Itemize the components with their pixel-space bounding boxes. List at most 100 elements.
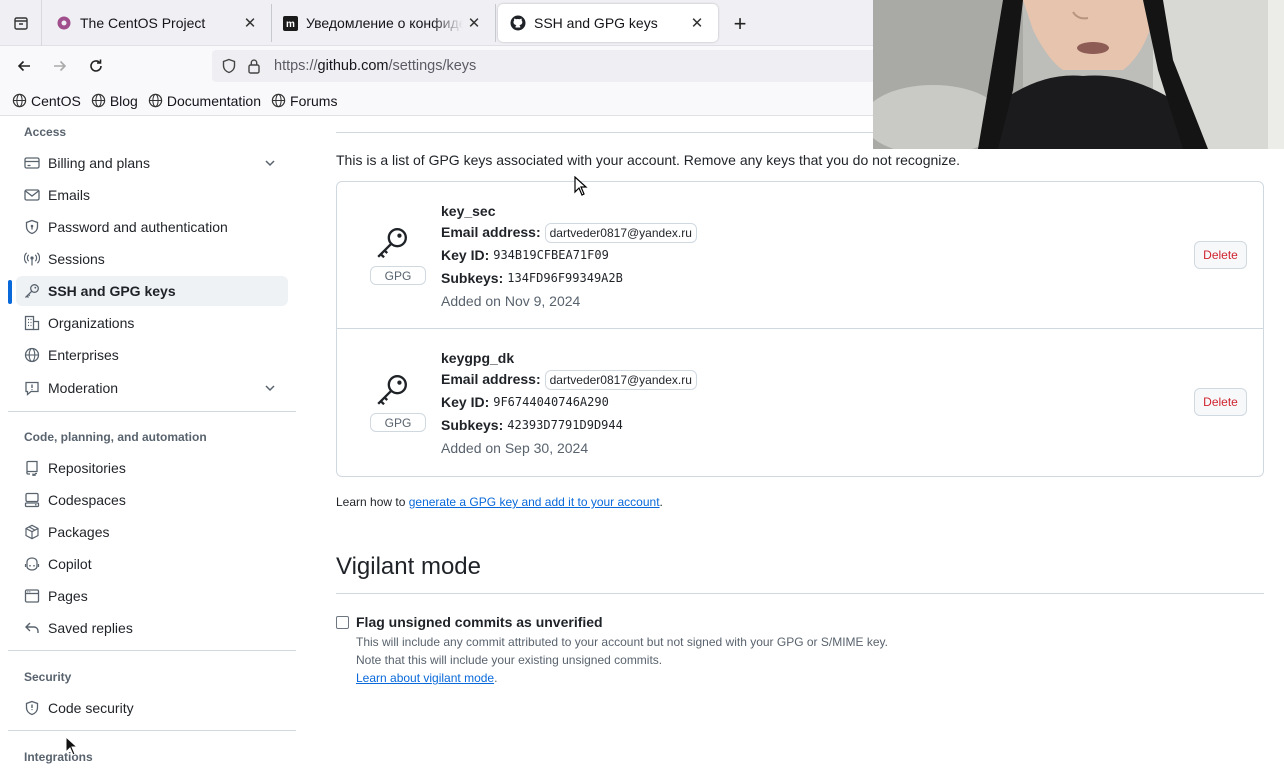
tab-title: Уведомление о конфиденциальности [306,15,463,31]
security-heading: Security [24,670,72,684]
reply-icon [24,620,40,636]
settings-sidebar: Access Billing and plans Emails Password… [0,117,300,773]
sidebar-item-packages[interactable]: Packages [16,517,288,547]
github-favicon-icon [510,15,526,31]
key-icon [375,373,409,407]
sidebar-item-password[interactable]: Password and authentication [16,212,288,242]
reload-button[interactable] [82,52,110,80]
gpg-key-row: GPG key_sec Email address: dartveder0817… [337,182,1263,329]
repo-icon [24,460,40,476]
vigilant-link-line: Learn about vigilant mode. [356,671,498,685]
sidebar-item-saved-replies[interactable]: Saved replies [16,613,288,643]
chevron-down-icon[interactable] [262,155,278,171]
gpg-keys-section: This is a list of GPG keys associated wi… [336,117,1264,773]
arrow-left-icon [17,60,30,72]
section-divider [336,593,1264,594]
sidebar-item-organizations[interactable]: Organizations [16,308,288,338]
sidebar-item-pages[interactable]: Pages [16,581,288,611]
url-text: https://github.com/settings/keys [274,58,477,74]
mouse-cursor-icon [574,176,588,196]
tab-title: SSH and GPG keys [534,15,658,31]
webcam-feed-image [873,0,1284,149]
arrow-right-icon [54,60,67,72]
subkeys-line: Subkeys: 42393D7791D9D944 [441,414,697,437]
broadcast-icon [24,251,40,267]
vigilant-mode-option: Flag unsigned commits as unverified [336,614,603,630]
access-heading: Access [24,125,67,139]
tab-ssh-gpg-keys[interactable]: SSH and GPG keys ✕ [498,4,718,42]
reload-icon [90,59,102,72]
tab-centos[interactable]: The CentOS Project ✕ [44,4,272,42]
sidebar-item-emails[interactable]: Emails [16,180,288,210]
sidebar-item-copilot[interactable]: Copilot [16,549,288,579]
tracking-protection-icon[interactable] [221,58,237,74]
sidebar-item-code-security[interactable]: Code security [16,693,288,723]
delete-key-button[interactable]: Delete [1194,388,1247,416]
close-tab-icon[interactable]: ✕ [239,12,261,34]
sidebar-item-ssh-gpg-keys[interactable]: SSH and GPG keys [16,276,288,306]
close-tab-icon[interactable]: ✕ [463,12,485,34]
vigilant-note: Note that this will include your existin… [356,653,663,667]
sidebar-item-repositories[interactable]: Repositories [16,453,288,483]
bookmark-documentation[interactable]: Documentation [148,93,261,109]
bookmark-centos[interactable]: CentOS [12,93,81,109]
subkeys-line: Subkeys: 134FD96F99349A2B [441,267,697,290]
report-icon [24,380,40,396]
credit-card-icon [24,155,40,171]
email-pill: dartveder0817@yandex.ru [544,222,697,243]
bookmark-forums[interactable]: Forums [271,93,337,109]
svg-text:m: m [286,19,295,30]
codespaces-icon [24,492,40,508]
globe-icon [91,93,106,108]
tab-list-button[interactable] [0,0,42,46]
gpg-badge: GPG [370,413,426,432]
key-details: key_sec Email address: dartveder0817@yan… [441,201,697,312]
gpg-badge: GPG [370,266,426,285]
chevron-down-icon[interactable] [262,380,278,396]
bookmark-blog[interactable]: Blog [91,93,138,109]
back-button[interactable] [10,52,38,80]
copilot-icon [24,556,40,572]
vigilant-mode-label[interactable]: Flag unsigned commits as unverified [356,614,603,630]
new-tab-button[interactable]: + [726,10,754,38]
sidebar-divider [8,730,296,731]
globe-icon [271,93,286,108]
sidebar-divider [8,650,296,651]
added-date: Added on Nov 9, 2024 [441,293,581,309]
delete-key-button[interactable]: Delete [1194,241,1247,269]
key-id-value: 934B19CFBEA71F09 [493,248,609,262]
forward-button[interactable] [46,52,74,80]
gpg-intro-text: This is a list of GPG keys associated wi… [336,152,961,168]
added-date: Added on Sep 30, 2024 [441,440,589,456]
settings-page: Access Billing and plans Emails Password… [0,117,1284,773]
sidebar-divider [8,411,296,412]
vigilant-mode-checkbox[interactable] [336,615,349,629]
sidebar-item-billing[interactable]: Billing and plans [16,148,288,178]
generate-gpg-key-link[interactable]: generate a GPG key and add it to your ac… [409,495,660,509]
subkeys-value: 42393D7791D9D944 [507,418,623,432]
key-name: keygpg_dk [441,350,515,366]
close-tab-icon[interactable]: ✕ [686,12,708,34]
sidebar-item-sessions[interactable]: Sessions [16,244,288,274]
email-pill: dartveder0817@yandex.ru [544,369,697,390]
gpg-key-list: GPG key_sec Email address: dartveder0817… [336,181,1264,477]
mouse-cursor-icon [65,736,79,756]
sidebar-item-codespaces[interactable]: Codespaces [16,485,288,515]
gpg-key-row: GPG keygpg_dk Email address: dartveder08… [337,329,1263,476]
tab-privacy-notice[interactable]: m Уведомление о конфиденциальности ✕ [270,4,496,42]
browser-icon [24,588,40,604]
key-email-line: Email address: dartveder0817@yandex.ru [441,368,697,391]
key-id-line: Key ID: 9F6744040746A290 [441,391,697,414]
key-icon [375,226,409,260]
vigilant-mode-heading: Vigilant mode [336,553,481,580]
package-icon [24,524,40,540]
lock-icon[interactable] [246,58,262,74]
key-details: keygpg_dk Email address: dartveder0817@y… [441,348,697,459]
sidebar-item-enterprises[interactable]: Enterprises [16,340,288,370]
key-id-line: Key ID: 934B19CFBEA71F09 [441,244,697,267]
globe-icon [148,93,163,108]
organization-icon [24,315,40,331]
key-id-value: 9F6744040746A290 [493,395,609,409]
sidebar-item-moderation[interactable]: Moderation [16,373,288,403]
learn-vigilant-mode-link[interactable]: Learn about vigilant mode [356,671,494,685]
